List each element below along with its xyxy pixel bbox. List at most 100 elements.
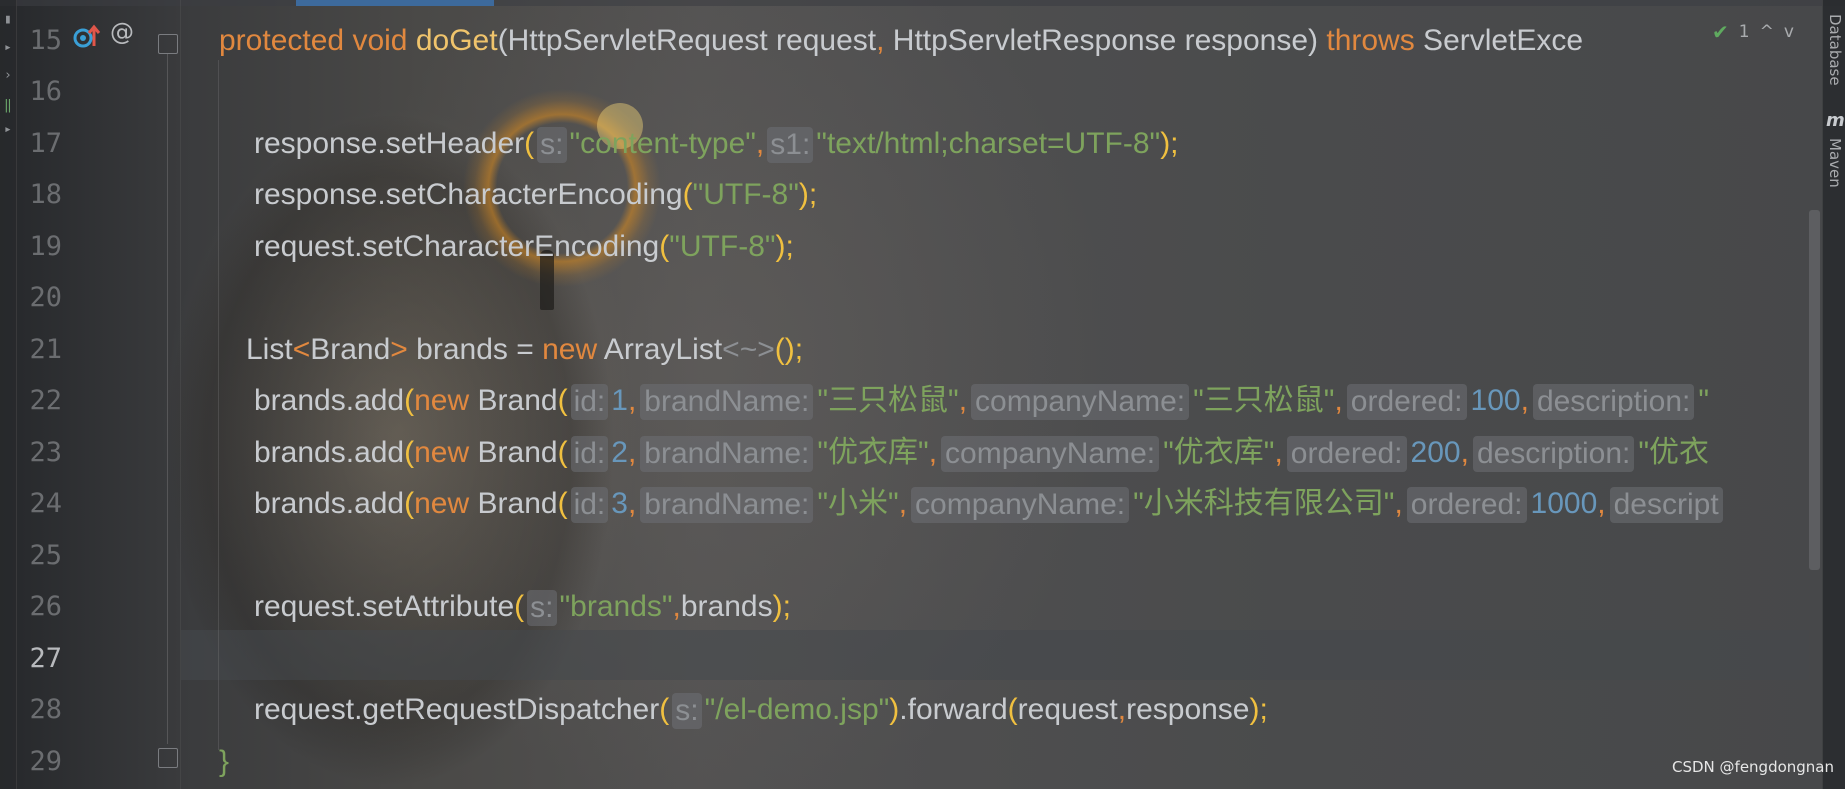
exception-type: ServletExce [1414,24,1584,57]
method-call: response.setCharacterEncoding [254,178,683,211]
string-literal: "优衣 [1638,436,1710,469]
param-hint: id: [570,487,609,524]
keyword-new: new [414,384,470,417]
code-line-23: brands.add(new Brand(id: 2, brandName: "优衣库… [254,436,1710,473]
param-hint: s: [537,127,567,164]
number-literal: 1 [611,384,628,417]
type-name: Brand [469,384,558,417]
code-line-19: request.setCharacterEncoding("UTF-8"); [254,221,794,273]
paren: ( [1007,693,1018,726]
type-name: Brand [469,436,558,469]
chevron-up-icon[interactable]: ^ [1760,22,1774,42]
type-name: Brand [469,487,558,520]
type-name: List [246,333,293,366]
method-call: .forward [899,693,1008,726]
paren: ( [404,384,415,417]
code-line-15: protected void doGet(HttpServletRequest … [219,15,1583,67]
param-hint: ordered: [1406,487,1527,524]
method-call: request.getRequestDispatcher [254,693,660,726]
diamond-hint: <~> [722,333,775,366]
generic-bracket: < [292,333,311,366]
paren: ); [772,590,791,623]
comma: , [755,127,765,160]
keyword-new: new [414,436,470,469]
number-literal: 100 [1470,384,1521,417]
generic-bracket: > [390,333,408,366]
paren: ); [798,178,818,211]
method-call: brands.add [254,487,405,520]
param-hint: companyName: [971,384,1190,421]
param-hint: s1: [767,127,814,164]
param-hint: brandName: [640,436,814,473]
paren: ( [497,24,508,57]
string-literal: "text/html;charset=UTF-8" [816,127,1161,160]
paren: ); [775,230,794,263]
paren: ( [557,384,568,417]
code-line-28: request.getRequestDispatcher(s: "/el-demo… [254,684,1268,736]
method-call: request.setAttribute [254,590,515,623]
method-call: request.setCharacterEncoding [254,230,660,263]
param-hint: s: [527,590,557,627]
param-hint: descript [1609,487,1723,524]
database-tool-tab[interactable]: Database [1826,14,1844,86]
keyword-void: void [352,24,408,57]
string-literal: "小米科技有限公司" [1133,487,1395,520]
method-name: doGet [415,24,498,57]
param-hint: brandName: [640,384,814,421]
string-literal: "brands" [559,590,673,623]
code-line-22: brands.add(new Brand(id: 1, brandName: "三只松… [254,384,1710,421]
chevron-down-icon[interactable]: v [1784,22,1794,42]
closing-brace: } [219,745,230,778]
variable-ref: brands [680,590,773,623]
keyword-new: new [542,333,598,366]
comma: , [672,590,681,623]
keyword-throws: throws [1326,24,1415,57]
param-hint: description: [1472,436,1635,473]
code-line-21: List<Brand> brands = new ArrayList<~>(); [246,324,803,376]
code-line-17: response.setHeader(s: "content-type", s1: "… [254,118,1179,170]
param-hint: id: [570,384,609,421]
paren: ( [659,693,670,726]
string-literal: " [1698,384,1710,417]
paren: ( [659,230,670,263]
string-literal: "三只松鼠" [1193,384,1335,417]
keyword-protected: protected [219,24,345,57]
param-hint: companyName: [941,436,1160,473]
param-hint: s: [672,693,702,730]
method-call: brands.add [254,436,405,469]
variable-ref: response [1126,693,1250,726]
vertical-scrollbar[interactable] [1809,210,1820,570]
string-literal: "优衣库" [817,436,929,469]
inspection-count: 1 [1738,22,1750,42]
keyword-new: new [414,487,470,520]
string-literal: "三只松鼠" [817,384,959,417]
number-literal: 200 [1410,436,1461,469]
check-icon: ✔ [1712,20,1729,44]
paren: ) [889,693,900,726]
code-line-18: response.setCharacterEncoding("UTF-8"); [254,169,817,221]
string-literal: "content-type" [569,127,756,160]
paren: ( [524,127,535,160]
comma: , [1117,693,1127,726]
param-hint: companyName: [911,487,1130,524]
code-line-29: } [219,736,229,788]
inspection-widget[interactable]: ✔ 1 ^ v [1712,18,1794,46]
paren: ( [404,487,415,520]
string-literal: "UTF-8" [692,178,799,211]
param-hint: ordered: [1346,384,1467,421]
param-hint: ordered: [1286,436,1407,473]
code-line-26: request.setAttribute(s: "brands",brands); [254,581,791,633]
param-type: HttpServletResponse [884,24,1177,57]
string-literal: "/el-demo.jsp" [704,693,890,726]
maven-tool-tab[interactable]: Maven [1826,138,1844,188]
paren: ( [557,436,568,469]
type-name: ArrayList [597,333,723,366]
param-name: response [1176,24,1309,57]
param-name: request [767,24,877,57]
number-literal: 1000 [1530,487,1598,520]
code-area[interactable]: protected void doGet(HttpServletRequest … [0,0,1810,789]
code-line-24: brands.add(new Brand(id: 3, brandName: "小米"… [254,478,1727,530]
string-literal: "优衣库" [1163,436,1275,469]
param-type: HttpServletRequest [507,24,768,57]
param-hint: description: [1532,384,1695,421]
